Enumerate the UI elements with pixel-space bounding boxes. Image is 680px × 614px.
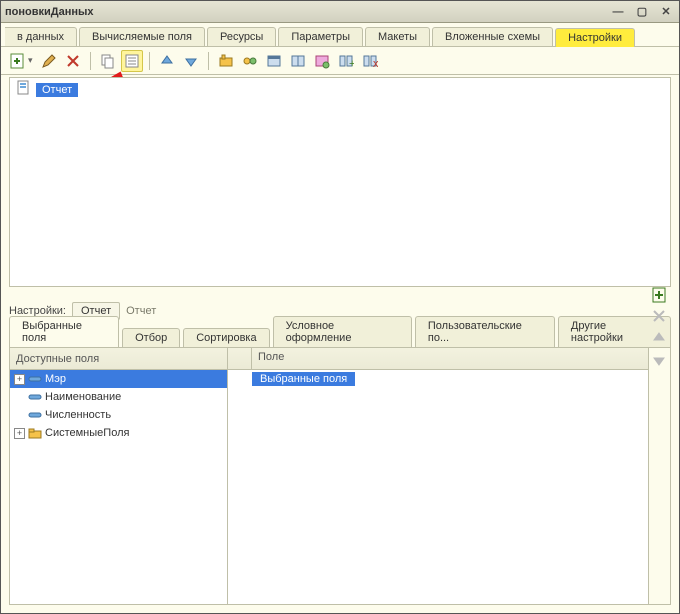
tab-calc-fields[interactable]: Вычисляемые поля [79, 27, 205, 46]
delete-button[interactable] [62, 50, 84, 72]
add-button[interactable] [7, 50, 29, 72]
tool1-icon [218, 53, 234, 69]
subtab-conditional-appearance[interactable]: Условное оформление [273, 316, 412, 347]
subtab-user-fields[interactable]: Пользовательские по... [415, 316, 555, 347]
close-button[interactable]: ✕ [657, 5, 675, 19]
copy-settings-button[interactable] [97, 50, 119, 72]
toolbar-separator [90, 52, 91, 70]
move-up-button[interactable] [156, 50, 178, 72]
field-label: Численность [45, 409, 111, 421]
arrow-down-icon [183, 53, 199, 69]
expander-spacer [14, 410, 25, 421]
svg-text:x: x [373, 58, 378, 69]
field-label: Мэр [45, 373, 66, 385]
expander-icon[interactable]: + [14, 428, 25, 439]
toolbar-separator [208, 52, 209, 70]
tool-button-7[interactable]: x [359, 50, 381, 72]
tool7-icon: x [362, 53, 378, 69]
window-buttons: — ▢ ✕ [609, 5, 675, 19]
minimize-button[interactable]: — [609, 5, 627, 19]
folder-icon [28, 427, 42, 439]
attribute-icon [28, 373, 42, 385]
app-window: поновкиДанных — ▢ ✕ в данных Вычисляемые… [0, 0, 680, 614]
selected-fields-list-pane: Поле Выбранные поля [228, 348, 670, 604]
tool3-icon [266, 53, 282, 69]
tab-data-sources[interactable]: в данных [5, 27, 77, 46]
available-fields-tree[interactable]: + Мэр Наименование Численность + [10, 370, 227, 604]
tool5-icon [314, 53, 330, 69]
field-row[interactable]: Численность [10, 406, 227, 424]
wizard-button[interactable] [121, 50, 143, 72]
tool4-icon [290, 53, 306, 69]
selected-fields-group-label: Выбранные поля [252, 372, 355, 386]
selected-fields-group-row[interactable]: Выбранные поля [228, 370, 648, 388]
settings-breadcrumb: Отчет [126, 305, 156, 317]
arrow-down-icon [651, 352, 669, 502]
report-icon [16, 80, 32, 99]
tool-button-3[interactable] [263, 50, 285, 72]
attribute-icon [28, 409, 42, 421]
expander-spacer [14, 392, 25, 403]
tree-root-label: Отчет [36, 83, 78, 97]
field-label: Наименование [45, 391, 121, 403]
tab-settings[interactable]: Настройки [555, 28, 635, 47]
tab-parameters[interactable]: Параметры [278, 27, 363, 46]
add-dropdown[interactable]: ▾ [28, 55, 33, 66]
tab-layouts[interactable]: Макеты [365, 27, 430, 46]
field-row[interactable]: Наименование [10, 388, 227, 406]
field-row[interactable]: + СистемныеПоля [10, 424, 227, 442]
maximize-button[interactable]: ▢ [633, 5, 651, 19]
tree-root-node[interactable]: Отчет [10, 78, 670, 101]
available-fields-pane: Доступные поля + Мэр Наименование Числен… [10, 348, 228, 604]
edit-button[interactable] [38, 50, 60, 72]
tool-button-4[interactable] [287, 50, 309, 72]
attribute-icon [28, 391, 42, 403]
selected-fields-header-row: Поле [228, 348, 648, 370]
settings-sub-tabs: Выбранные поля Отбор Сортировка Условное… [9, 323, 671, 347]
svg-text:+: + [349, 58, 354, 69]
subtab-filter[interactable]: Отбор [122, 328, 180, 347]
field-label: СистемныеПоля [45, 427, 129, 439]
copy-icon [100, 53, 116, 69]
subtab-sort[interactable]: Сортировка [183, 328, 269, 347]
window-title: поновкиДанных [5, 6, 94, 18]
tool-button-5[interactable] [311, 50, 333, 72]
selected-fields-pane: Доступные поля + Мэр Наименование Числен… [9, 347, 671, 605]
delete-icon [65, 53, 81, 69]
tab-resources[interactable]: Ресурсы [207, 27, 276, 46]
selected-fields-header: Поле [252, 348, 648, 369]
move-field-down-button[interactable] [651, 418, 669, 436]
titlebar: поновкиДанных — ▢ ✕ [1, 1, 679, 23]
tool-button-2[interactable] [239, 50, 261, 72]
expander-icon[interactable]: + [14, 374, 25, 385]
subtab-selected-fields[interactable]: Выбранные поля [9, 316, 119, 347]
tab-nested-schemas[interactable]: Вложенные схемы [432, 27, 553, 46]
move-down-button[interactable] [180, 50, 202, 72]
wizard-icon [124, 53, 140, 69]
selected-fields-toolbar [648, 348, 670, 604]
toolbar-separator [149, 52, 150, 70]
main-tabs: в данных Вычисляемые поля Ресурсы Параме… [1, 23, 679, 47]
add-icon [10, 53, 26, 69]
selected-fields-list[interactable]: Поле Выбранные поля [228, 348, 648, 604]
tool-button-1[interactable] [215, 50, 237, 72]
tool-button-6[interactable]: + [335, 50, 357, 72]
field-row[interactable]: + Мэр [10, 370, 227, 388]
arrow-up-icon [159, 53, 175, 69]
pencil-icon [41, 53, 57, 69]
selected-fields-checkbox-col [228, 348, 252, 369]
available-fields-header: Доступные поля [10, 348, 227, 370]
settings-toolbar: ▾ + x [1, 47, 679, 75]
tool2-icon [242, 53, 258, 69]
report-structure-tree[interactable]: Отчет [9, 77, 671, 287]
tool6-icon: + [338, 53, 354, 69]
